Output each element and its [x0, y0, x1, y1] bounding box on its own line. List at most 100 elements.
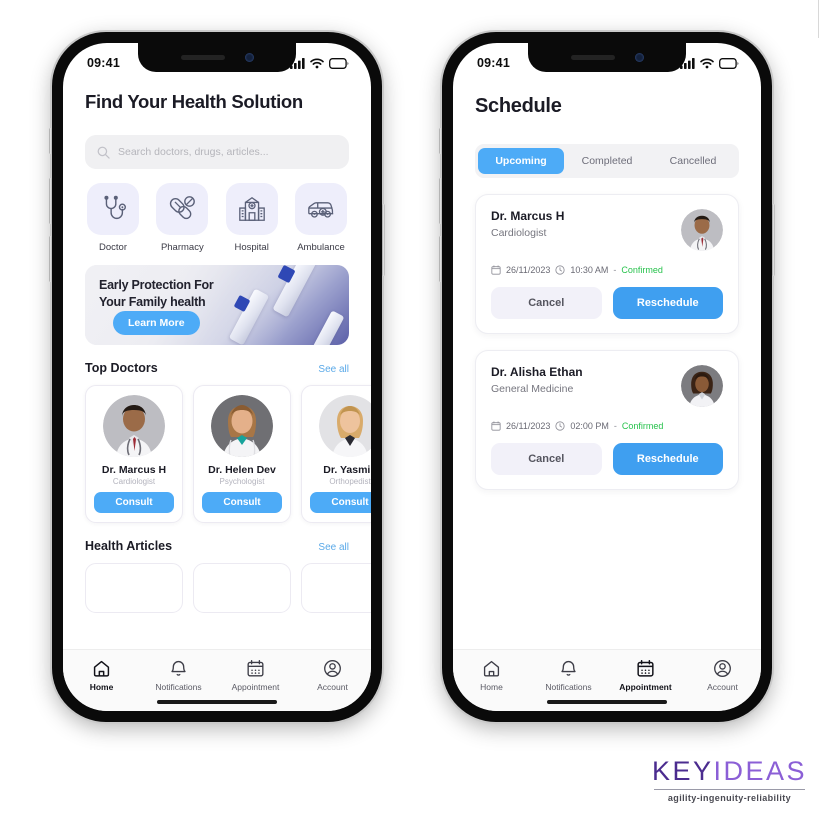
nav-item-account[interactable]: Account	[689, 659, 757, 692]
nav-item-appointment[interactable]: Appointment	[222, 659, 290, 692]
screen-body-home: Find Your Health Solution Search doctors…	[63, 77, 371, 711]
front-camera-icon	[634, 53, 644, 62]
nav-item-home[interactable]: Home	[458, 659, 526, 692]
appointment-doctor-name: Dr. Marcus H	[491, 209, 565, 223]
doctor-name: Dr. Yasmin	[323, 464, 371, 476]
schedule-tab-group: Upcoming Completed Cancelled	[475, 144, 739, 178]
appointment-header: Dr. Marcus H Cardiologist	[491, 209, 723, 251]
doctor-avatar	[211, 395, 273, 457]
status-icon-group	[290, 57, 349, 69]
appointment-card[interactable]: Dr. Alisha Ethan General Medicine 26/11/…	[475, 350, 739, 490]
volume-down-button[interactable]	[439, 236, 442, 282]
article-card[interactable]	[85, 563, 183, 613]
bell-icon	[171, 661, 186, 676]
earpiece-speaker	[570, 55, 615, 60]
doctor-avatar	[319, 395, 371, 457]
status-clock: 09:41	[477, 56, 510, 70]
category-tile	[156, 183, 209, 235]
volume-up-button[interactable]	[439, 178, 442, 224]
silence-switch[interactable]	[439, 128, 442, 154]
appointment-avatar	[681, 365, 723, 407]
appointment-card[interactable]: Dr. Marcus H Cardiologist 26/11/2023 10:…	[475, 194, 739, 334]
scroll-content-schedule[interactable]: Schedule Upcoming Completed Cancelled Dr…	[453, 77, 761, 649]
volume-down-button[interactable]	[49, 236, 52, 282]
tab-upcoming[interactable]: Upcoming	[478, 148, 564, 174]
article-card[interactable]	[193, 563, 291, 613]
scroll-content-home[interactable]: Find Your Health Solution Search doctors…	[63, 77, 371, 649]
banner-line-1: Early Protection For	[99, 278, 214, 292]
nav-item-notifications[interactable]: Notifications	[145, 659, 213, 692]
category-doctor[interactable]: Doctor	[85, 183, 141, 253]
user-icon	[324, 660, 341, 677]
ambulance-icon	[308, 202, 334, 218]
user-icon	[714, 660, 731, 677]
reschedule-button[interactable]: Reschedule	[612, 443, 723, 475]
power-button[interactable]	[772, 204, 775, 276]
power-button[interactable]	[382, 204, 385, 276]
appointment-specialty: General Medicine	[491, 383, 574, 395]
search-input[interactable]: Search doctors, drugs, articles...	[85, 135, 349, 169]
appointment-date: 26/11/2023	[506, 421, 551, 431]
search-icon	[97, 146, 110, 159]
calendar-icon	[637, 659, 654, 677]
home-indicator[interactable]	[547, 700, 667, 704]
category-pharmacy[interactable]: Pharmacy	[154, 183, 210, 253]
wifi-icon	[310, 58, 324, 68]
clock-icon	[555, 421, 565, 431]
doctor-card-list[interactable]: Dr. Marcus H Cardiologist Consult Dr. He…	[63, 375, 371, 523]
nav-label: Notifications	[545, 682, 592, 692]
phone-mockup-schedule: 09:41 Schedule Upcoming Completed Cancel…	[439, 32, 775, 722]
screen-body-schedule: Schedule Upcoming Completed Cancelled Dr…	[453, 77, 761, 711]
nav-item-notifications[interactable]: Notifications	[535, 659, 603, 692]
article-card[interactable]	[301, 563, 371, 613]
section-title: Health Articles	[85, 539, 173, 553]
promo-banner[interactable]: Early Protection For Your Family health …	[85, 265, 349, 345]
stethoscope-icon	[104, 195, 126, 219]
tab-completed[interactable]: Completed	[564, 148, 650, 174]
category-ambulance[interactable]: Ambulance	[293, 183, 349, 253]
nav-label: Appointment	[231, 682, 280, 692]
nav-item-account[interactable]: Account	[299, 659, 367, 692]
doctor-card[interactable]: Dr. Marcus H Cardiologist Consult	[85, 385, 183, 523]
tab-cancelled[interactable]: Cancelled	[650, 148, 736, 174]
nav-item-home[interactable]: Home	[68, 659, 136, 692]
consult-button[interactable]: Consult	[94, 492, 174, 513]
silence-switch[interactable]	[49, 128, 52, 154]
appointment-info: Dr. Alisha Ethan General Medicine	[491, 365, 583, 395]
nav-item-appointment[interactable]: Appointment	[612, 659, 680, 692]
see-all-link-doctors[interactable]: See all	[318, 364, 349, 375]
volume-up-button[interactable]	[49, 178, 52, 224]
battery-icon	[719, 57, 739, 69]
logo-wordmark: KEYIDEAS	[652, 758, 807, 785]
article-card-list[interactable]	[63, 553, 371, 613]
appointment-date: 26/11/2023	[506, 265, 551, 275]
earpiece-speaker	[180, 55, 225, 60]
screenshot-canvas: 09:41 Find Your Health Solution Search d…	[0, 0, 825, 825]
keyideas-logo: KEYIDEAS agility-ingenuity-reliability	[652, 758, 807, 803]
appointment-actions: Cancel Reschedule	[491, 443, 723, 475]
phone-screen-home: 09:41 Find Your Health Solution Search d…	[63, 43, 371, 711]
consult-button[interactable]: Consult	[310, 492, 371, 513]
doctor-card[interactable]: Dr. Yasmin Orthopedist Consult	[301, 385, 371, 523]
home-icon	[483, 660, 500, 677]
category-label: Ambulance	[297, 242, 345, 253]
pills-icon	[170, 196, 196, 220]
home-indicator[interactable]	[157, 700, 277, 704]
reschedule-button[interactable]: Reschedule	[612, 287, 723, 319]
doctor-card[interactable]: Dr. Helen Dev Psychologist Consult	[193, 385, 291, 523]
appointment-actions: Cancel Reschedule	[491, 287, 723, 319]
search-placeholder-text: Search doctors, drugs, articles...	[118, 146, 269, 158]
logo-tagline: agility-ingenuity-reliability	[667, 793, 792, 803]
appointment-time: 02:00 PM	[570, 421, 609, 431]
notch	[138, 43, 296, 72]
nav-label: Appointment	[619, 682, 672, 692]
category-tile	[225, 183, 278, 235]
status-clock: 09:41	[87, 56, 120, 70]
cancel-button[interactable]: Cancel	[491, 443, 602, 475]
cancel-button[interactable]: Cancel	[491, 287, 602, 319]
see-all-link-articles[interactable]: See all	[318, 542, 349, 553]
learn-more-button[interactable]: Learn More	[113, 311, 200, 335]
category-hospital[interactable]: Hospital	[224, 183, 280, 253]
bell-icon	[561, 661, 576, 676]
consult-button[interactable]: Consult	[202, 492, 282, 513]
